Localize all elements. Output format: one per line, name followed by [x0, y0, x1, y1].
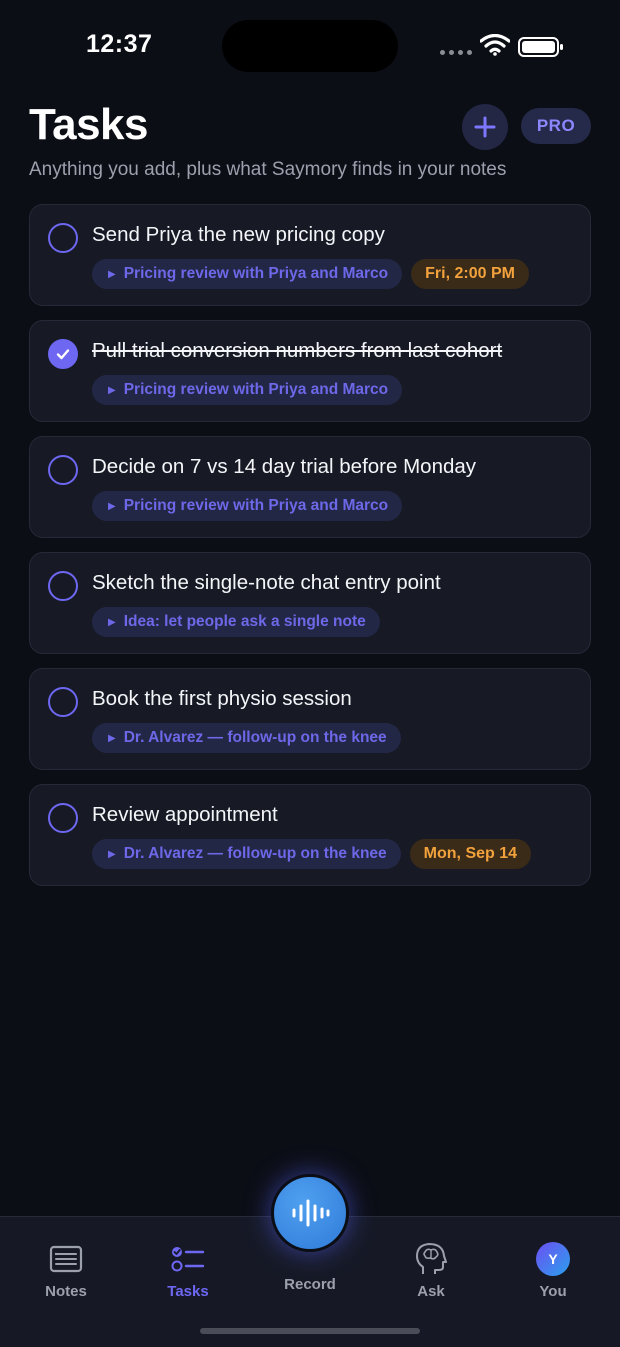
tab-label: Notes — [45, 1283, 87, 1300]
source-note-chip[interactable]: ▶ Dr. Alvarez — follow-up on the knee — [92, 723, 401, 753]
source-note-label: Dr. Alvarez — follow-up on the knee — [123, 845, 387, 862]
source-note-chip[interactable]: ▶ Dr. Alvarez — follow-up on the knee — [92, 839, 401, 869]
avatar: Y — [536, 1242, 570, 1276]
task-list: Send Priya the new pricing copy ▶ Pricing… — [29, 204, 591, 900]
due-date-badge[interactable]: Mon, Sep 14 — [409, 839, 532, 869]
task-checkbox[interactable] — [48, 803, 78, 833]
waveform-icon — [292, 1199, 330, 1227]
task-title: Sketch the single-note chat entry point — [92, 571, 441, 594]
source-note-label: Idea: let people ask a single note — [123, 613, 366, 630]
source-note-chip[interactable]: ▶ Idea: let people ask a single note — [92, 607, 380, 637]
source-note-label: Pricing review with Priya and Marco — [123, 497, 389, 514]
task-title: Send Priya the new pricing copy — [92, 223, 385, 246]
tab-label: Ask — [417, 1283, 445, 1300]
status-time: 12:37 — [86, 30, 153, 58]
wifi-icon — [479, 33, 511, 56]
page-subtitle: Anything you add, plus what Saymory find… — [29, 159, 507, 180]
tasks-icon — [171, 1247, 205, 1272]
tab-you[interactable]: Y You — [503, 1241, 603, 1300]
plus-icon — [474, 116, 496, 138]
tab-record-label: Record — [284, 1276, 336, 1293]
source-note-label: Pricing review with Priya and Marco — [123, 381, 389, 398]
battery-icon — [518, 36, 564, 58]
play-icon: ▶ — [108, 732, 116, 744]
checkmark-icon — [56, 349, 70, 360]
task-card[interactable]: Pull trial conversion numbers from last … — [29, 320, 591, 422]
dynamic-island — [222, 20, 398, 72]
task-title: Pull trial conversion numbers from last … — [92, 339, 503, 362]
tab-tasks[interactable]: Tasks — [138, 1241, 238, 1300]
status-bar: 12:37 — [0, 0, 620, 90]
brain-head-icon — [416, 1243, 447, 1274]
play-icon: ▶ — [108, 848, 116, 860]
source-note-chip[interactable]: ▶ Pricing review with Priya and Marco — [92, 259, 403, 289]
pro-button[interactable]: PRO — [521, 108, 591, 144]
task-card[interactable]: Send Priya the new pricing copy ▶ Pricing… — [29, 204, 591, 306]
task-checkbox[interactable] — [48, 223, 78, 253]
add-task-button[interactable] — [462, 104, 508, 150]
home-indicator — [200, 1328, 420, 1334]
task-checkbox[interactable] — [48, 687, 78, 717]
task-title: Book the first physio session — [92, 687, 352, 710]
play-icon: ▶ — [108, 500, 116, 512]
task-card[interactable]: Decide on 7 vs 14 day trial before Monda… — [29, 436, 591, 538]
tab-label: You — [539, 1283, 567, 1300]
task-card[interactable]: Book the first physio session ▶ Dr. Alvar… — [29, 668, 591, 770]
source-note-label: Pricing review with Priya and Marco — [123, 265, 389, 282]
tab-label: Tasks — [167, 1283, 209, 1300]
tab-notes[interactable]: Notes — [16, 1241, 116, 1300]
page-title: Tasks — [29, 100, 149, 149]
task-title: Review appointment — [92, 803, 278, 826]
record-button[interactable] — [271, 1174, 349, 1252]
cellular-signal-icon — [440, 48, 472, 56]
task-checkbox[interactable] — [48, 571, 78, 601]
task-card[interactable]: Sketch the single-note chat entry point … — [29, 552, 591, 654]
tab-ask[interactable]: Ask — [381, 1241, 481, 1300]
play-icon: ▶ — [108, 268, 116, 280]
task-card[interactable]: Review appointment ▶ Dr. Alvarez — follow… — [29, 784, 591, 886]
source-note-label: Dr. Alvarez — follow-up on the knee — [123, 729, 387, 746]
source-note-chip[interactable]: ▶ Pricing review with Priya and Marco — [92, 491, 403, 521]
task-checkbox-checked[interactable] — [48, 339, 78, 369]
source-note-chip[interactable]: ▶ Pricing review with Priya and Marco — [92, 375, 403, 405]
notes-icon — [49, 1245, 83, 1273]
play-icon: ▶ — [108, 384, 116, 396]
play-icon: ▶ — [108, 616, 116, 628]
task-checkbox[interactable] — [48, 455, 78, 485]
task-title: Decide on 7 vs 14 day trial before Monda… — [92, 455, 477, 478]
due-date-badge[interactable]: Fri, 2:00 PM — [411, 259, 529, 289]
